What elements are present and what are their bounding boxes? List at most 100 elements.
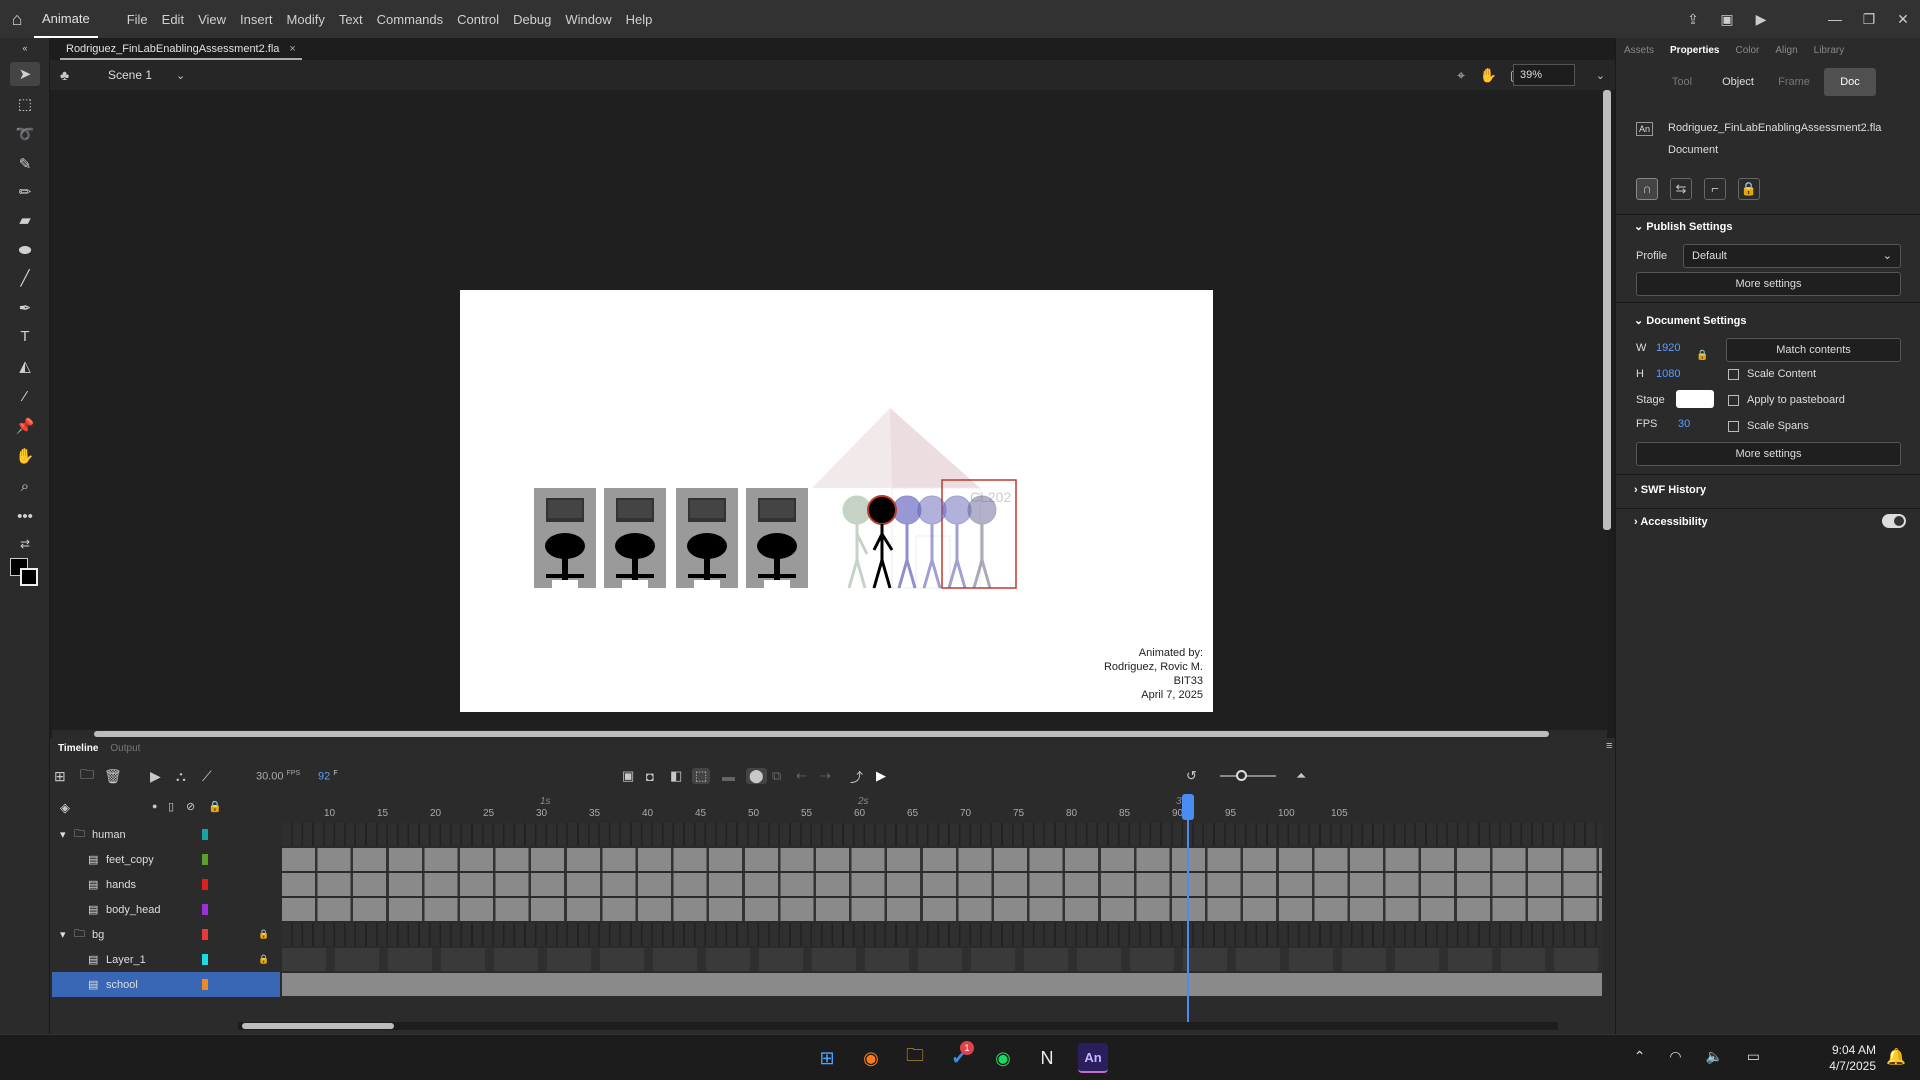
playhead-knob[interactable] [1182,794,1194,820]
step-back-icon[interactable]: ⇠ [796,768,807,784]
notion-icon[interactable]: N [1032,1043,1062,1073]
scale-spans-checkbox[interactable]: Scale Spans [1728,420,1809,432]
layer-color-swatch[interactable] [202,879,208,890]
menu-edit[interactable]: Edit [155,12,191,27]
menu-window[interactable]: Window [558,12,618,27]
tab-color[interactable]: Color [1735,45,1759,56]
menu-insert[interactable]: Insert [233,12,280,27]
layer-row[interactable]: ▤ school [52,972,280,997]
layer-row[interactable]: ▾ 🗀 bg 🔒 [52,922,280,947]
parenting-icon[interactable]: ⛬ [176,768,186,785]
fps-value[interactable]: 30 [1678,418,1690,430]
eraser-tool-icon[interactable]: ▰ [10,208,40,232]
keyframe-icon[interactable]: ▣ [622,768,634,784]
minimize-icon[interactable]: — [1818,11,1852,27]
layer-color-swatch[interactable] [202,904,208,915]
frame-row[interactable] [282,973,1602,996]
link-dimensions-icon[interactable]: 🔒 [1696,350,1708,361]
tab-align[interactable]: Align [1775,45,1797,56]
accessibility-header[interactable]: › Accessibility [1634,516,1708,528]
layer-name[interactable]: bg [92,929,104,941]
lock-icon[interactable]: 🔒 [258,929,269,940]
frame-row[interactable] [282,823,1602,846]
layer-row[interactable]: ▾ 🗀 human [52,822,280,847]
height-value[interactable]: 1080 [1656,368,1680,380]
close-tab-icon[interactable]: × [289,43,295,55]
step-forward-icon[interactable]: ⇢ [820,768,831,784]
lock-all-icon[interactable]: 🔒 [208,800,222,813]
animate-app-icon[interactable]: An [1078,1043,1108,1073]
collapse-timeline-icon[interactable]: ⏶ [1296,768,1306,784]
scale-content-checkbox[interactable]: Scale Content [1728,368,1816,380]
rotate-stage-icon[interactable]: ✋ [1480,67,1497,84]
frame-row[interactable] [282,848,1602,871]
stage-color-swatch[interactable] [1676,390,1714,408]
subtab-object[interactable]: Object [1712,68,1764,96]
guides-icon[interactable]: ⌐ [1704,178,1726,200]
auto-keyframe-icon[interactable]: ⬚ [692,768,711,784]
paint-brush-tool-icon[interactable]: ✎ [10,152,40,176]
zoom-input[interactable]: 39% [1513,64,1575,86]
stage-horizontal-scrollbar[interactable] [52,730,1607,738]
chevron-down-icon[interactable]: ▾ [60,928,66,941]
subtab-doc[interactable]: Doc [1824,68,1876,96]
layers-icon[interactable]: ◈ [60,800,70,816]
frame-size-slider[interactable] [1220,770,1276,781]
frame-row[interactable] [282,948,1602,971]
publish-settings-header[interactable]: ⌄ Publish Settings [1634,220,1732,233]
firefox-icon[interactable]: ◉ [856,1043,886,1073]
layer-color-swatch[interactable] [202,929,208,940]
layer-row[interactable]: ▤ body_head [52,897,280,922]
menu-control[interactable]: Control [450,12,506,27]
blank-keyframe-icon[interactable]: ◘ [646,769,654,784]
accessibility-toggle[interactable] [1882,514,1906,528]
menu-text[interactable]: Text [332,12,370,27]
test-movie-icon[interactable]: ▶ [1744,11,1778,28]
layer-color-swatch[interactable] [202,954,208,965]
frame-display[interactable]: 92 F [318,770,338,783]
pen-tool-icon[interactable]: ✒ [10,296,40,320]
stage-vertical-scrollbar[interactable] [1603,90,1611,530]
menu-view[interactable]: View [191,12,233,27]
match-contents-button[interactable]: Match contents [1726,338,1901,362]
layer-row[interactable]: ▤ Layer_1 🔒 [52,947,280,972]
layer-name[interactable]: Layer_1 [106,954,146,966]
zoom-dropdown-icon[interactable]: ⌄ [1596,69,1605,82]
new-layer-icon[interactable]: ⊞ [54,768,66,785]
app-name[interactable]: Animate [34,0,98,38]
collapse-icon[interactable]: « [10,42,40,54]
document-settings-header[interactable]: ⌄ Document Settings [1634,314,1747,327]
graph-icon[interactable]: ⟋ [202,768,212,785]
chevron-down-icon[interactable]: ▾ [60,828,66,841]
highlight-icon[interactable]: ● [152,801,157,811]
apply-pasteboard-checkbox[interactable]: Apply to pasteboard [1728,394,1845,406]
timeline-ruler[interactable]: 10 15 20 25 30 35 40 45 50 55 60 65 70 75 80 85 90 95 100 1… [282,796,1602,822]
loop-icon[interactable]: ⤴ [850,767,863,786]
menu-commands[interactable]: Commands [370,12,450,27]
layer-color-swatch[interactable] [202,979,208,990]
frame-row[interactable] [282,873,1602,896]
document-tab[interactable]: Rodriguez_FinLabEnablingAssessment2.fla × [60,38,302,60]
eyedropper-tool-icon[interactable]: ⁄ [10,384,40,408]
fill-color-swatch[interactable] [20,568,38,586]
menu-help[interactable]: Help [619,12,660,27]
publish-more-settings-button[interactable]: More settings [1636,272,1901,296]
swf-history-header[interactable]: › SWF History [1634,484,1706,496]
stage[interactable]: CL202 Animated by: Rodriguez, Rovic M. B… [460,290,1213,712]
layer-name[interactable]: school [106,979,138,991]
profile-select[interactable]: Default ⌄ [1683,244,1901,268]
file-explorer-icon[interactable]: 🗀 [900,1043,930,1073]
doc-more-settings-button[interactable]: More settings [1636,442,1901,466]
fps-display[interactable]: 30.00 FPS [256,770,300,783]
close-icon[interactable]: ✕ [1886,11,1920,28]
timeline-scrollbar[interactable] [238,1022,1558,1030]
subtab-tool[interactable]: Tool [1656,68,1708,96]
more-tools-icon[interactable]: ••• [10,504,40,528]
delete-layer-icon[interactable]: 🗑 [104,768,122,785]
width-value[interactable]: 1920 [1656,342,1680,354]
hand-tool-icon[interactable]: ✋ [10,444,40,468]
camera-icon[interactable]: ▶ [150,768,161,785]
magnet-icon[interactable]: ∩ [1636,178,1658,200]
todo-icon[interactable]: ✔ 1 [944,1041,974,1073]
frame-row[interactable] [282,898,1602,921]
